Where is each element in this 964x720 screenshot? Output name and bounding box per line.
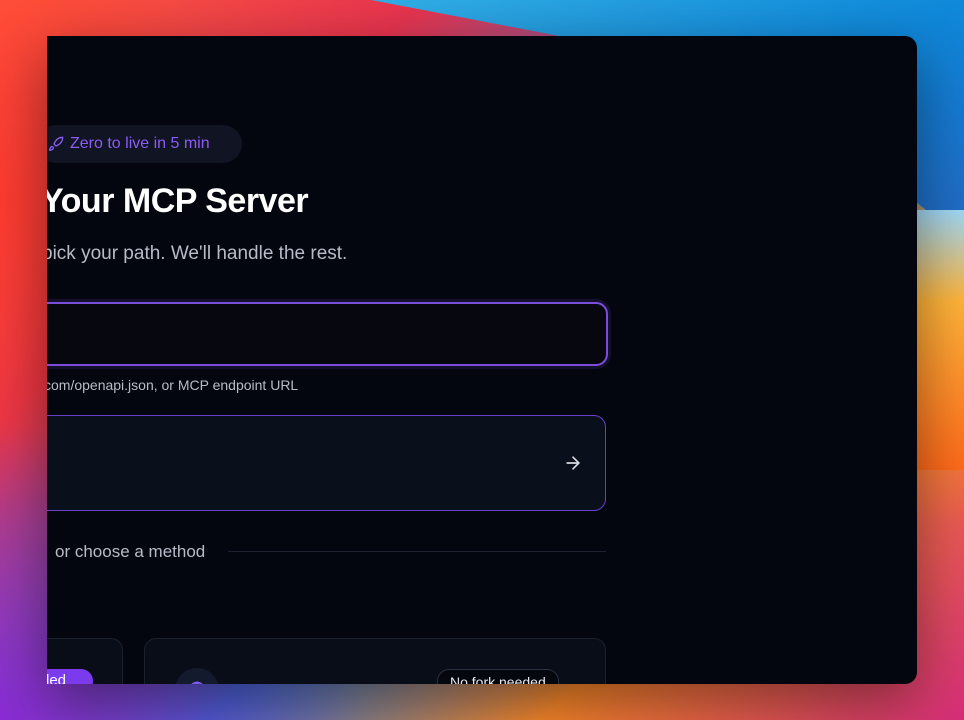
method-tag: ded [47,669,93,684]
submit-card[interactable] [47,415,606,511]
url-input[interactable] [47,302,608,366]
divider-line [228,551,606,552]
page-subtitle: pick your path. We'll handle the rest. [47,243,348,264]
no-fork-tag: No fork needed [437,669,559,684]
rocket-icon [49,136,64,151]
divider-label: or choose a method [55,542,206,561]
globe-icon [191,681,203,684]
speed-badge: Zero to live in 5 min [47,125,242,163]
badge-label: Zero to live in 5 min [70,135,210,152]
url-input-hint: com/openapi.json, or MCP endpoint URL [47,377,299,393]
app-window: Zero to live in 5 min Your MCP Server pi… [47,36,917,684]
page-title: Your MCP Server [47,182,309,220]
arrow-right-icon [566,456,580,470]
